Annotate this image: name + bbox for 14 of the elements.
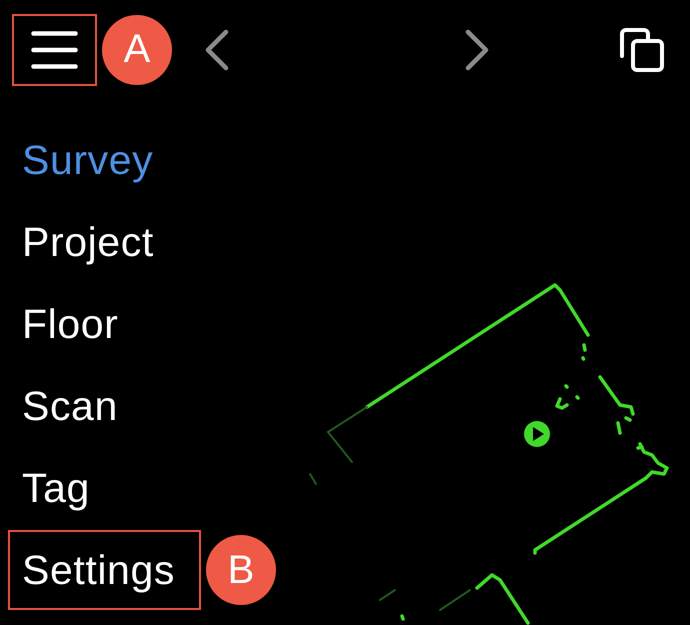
menu-icon	[31, 30, 78, 68]
chevron-left-icon[interactable]	[205, 28, 229, 70]
callout-badge: A	[102, 14, 172, 84]
menu-item[interactable]: Survey	[8, 120, 180, 200]
menu-item[interactable]: Floor	[8, 284, 144, 364]
menu-item[interactable]: Project	[8, 202, 180, 282]
menu-button[interactable]	[12, 14, 97, 86]
location-marker-icon	[523, 420, 551, 448]
callout-badge: B	[206, 535, 276, 605]
copy-icon[interactable]	[620, 28, 664, 72]
menu-item[interactable]: Settings	[8, 530, 201, 610]
menu-item[interactable]: Scan	[8, 366, 144, 446]
chevron-right-icon[interactable]	[465, 28, 489, 70]
menu-item[interactable]: Tag	[8, 448, 116, 528]
